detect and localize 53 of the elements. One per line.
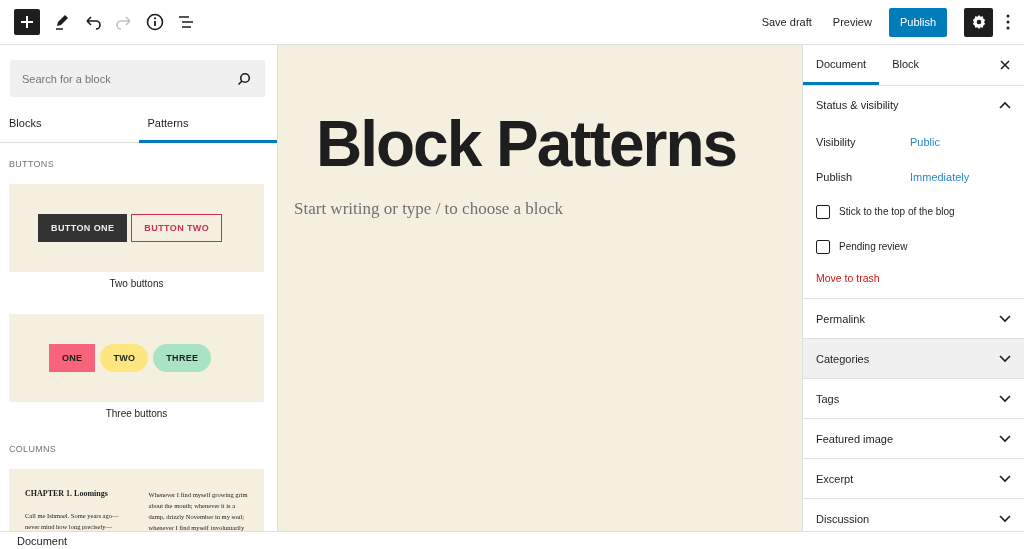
setting-label: Publish: [816, 170, 854, 183]
post-title[interactable]: Block Patterns: [316, 107, 786, 181]
info-icon[interactable]: [146, 13, 164, 31]
checkbox-label: Stick to the top of the blog: [839, 206, 955, 217]
panel-header[interactable]: Categories: [803, 339, 1024, 379]
pattern-label: Three buttons: [104, 408, 169, 419]
chevron-icon: [999, 394, 1011, 403]
chevron-icon: [999, 101, 1011, 109]
search-field[interactable]: Search for a block: [10, 60, 265, 97]
inserter-tab[interactable]: Blocks: [0, 105, 139, 143]
panel-header[interactable]: Featured image: [803, 419, 1024, 459]
add-block-button[interactable]: [14, 9, 40, 35]
setting-link[interactable]: Public: [910, 135, 940, 148]
pattern-preview[interactable]: ONE TWO THREE: [9, 314, 264, 402]
sidebar-tab[interactable]: Block: [879, 45, 933, 85]
checkbox[interactable]: [816, 239, 830, 254]
undo-icon[interactable]: [84, 13, 102, 31]
publish-button[interactable]: Publish: [888, 7, 947, 37]
search-icon: [237, 72, 251, 86]
preview-button: TWO: [100, 344, 149, 372]
chevron-icon: [999, 514, 1011, 523]
checkbox[interactable]: [816, 204, 830, 219]
save-draft-button[interactable]: Save draft: [757, 10, 816, 34]
pattern-label: Two buttons: [108, 278, 165, 289]
pencil-icon[interactable]: [53, 13, 71, 31]
panel-header[interactable]: Excerpt: [803, 459, 1024, 499]
block-placeholder[interactable]: Start writing or type / to choose a block: [294, 199, 786, 219]
move-to-trash-link[interactable]: Move to trash: [803, 264, 1024, 284]
plus-icon: [20, 15, 34, 29]
setting-label: Visibility: [816, 135, 857, 148]
pattern-preview[interactable]: BUTTON ONE BUTTON TWO: [9, 184, 264, 272]
sidebar-tab[interactable]: Document: [803, 45, 880, 85]
chevron-icon: [999, 354, 1011, 363]
more-options-icon[interactable]: [1006, 14, 1010, 30]
preview-button[interactable]: Preview: [828, 10, 876, 34]
chevron-icon: [999, 434, 1011, 443]
panel-header[interactable]: Status & visibility: [803, 86, 1024, 124]
breadcrumb[interactable]: Document: [17, 534, 68, 547]
list-view-icon[interactable]: [177, 13, 195, 31]
preview-button: BUTTON ONE: [38, 214, 128, 242]
preview-button: BUTTON TWO: [131, 214, 223, 242]
panel-header[interactable]: Tags: [803, 379, 1024, 419]
column-heading: CHAPTER 1. Loomings: [25, 489, 109, 498]
chevron-icon: [999, 474, 1011, 483]
preview-button: ONE: [49, 344, 96, 372]
chevron-icon: [999, 314, 1011, 323]
close-icon[interactable]: [1000, 60, 1010, 70]
preview-button: THREE: [153, 344, 212, 372]
settings-button[interactable]: [964, 7, 993, 37]
setting-link[interactable]: Immediately: [910, 170, 970, 183]
category-heading: COLUMNS: [9, 444, 58, 454]
checkbox-label: Pending review: [839, 241, 908, 252]
category-heading: BUTTONS: [9, 159, 55, 169]
